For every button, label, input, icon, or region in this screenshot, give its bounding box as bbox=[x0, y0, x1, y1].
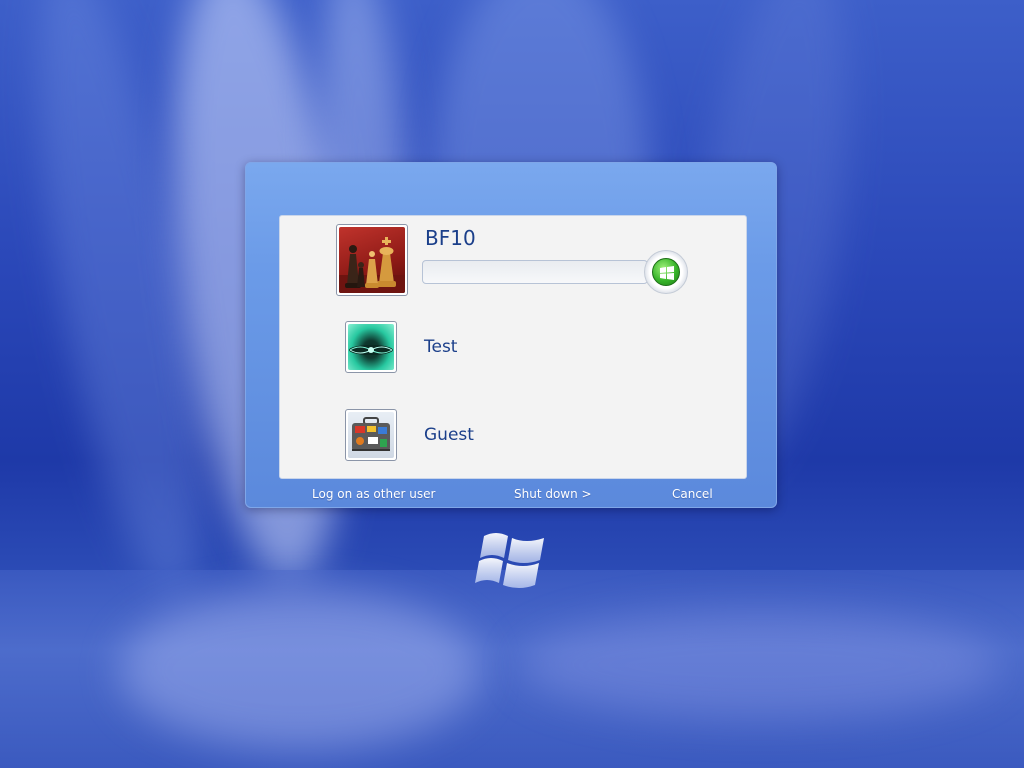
user-avatar-bf10[interactable] bbox=[336, 224, 408, 296]
background-floor bbox=[0, 570, 1024, 768]
dialog-links: Log on as other user Shut down > Cancel bbox=[246, 487, 778, 505]
user-tile-bf10[interactable]: BF10 bbox=[280, 216, 746, 306]
login-dialog: BF10 Test Guest Log on as other user Shu… bbox=[245, 162, 777, 508]
go-arrow-button[interactable] bbox=[652, 258, 680, 286]
password-field-container[interactable] bbox=[422, 260, 648, 284]
user-avatar-test[interactable] bbox=[345, 321, 397, 373]
chess-pieces-picture bbox=[339, 227, 405, 293]
suitcase-picture bbox=[348, 412, 394, 458]
go-button-ring bbox=[644, 250, 688, 294]
password-input[interactable] bbox=[423, 261, 647, 284]
user-avatar-guest[interactable] bbox=[345, 409, 397, 461]
user-name-test[interactable]: Test bbox=[424, 337, 457, 357]
cancel-link[interactable]: Cancel bbox=[672, 487, 713, 501]
windows-flag-icon bbox=[660, 266, 674, 280]
log-on-as-other-user-link[interactable]: Log on as other user bbox=[312, 487, 435, 501]
user-name-guest[interactable]: Guest bbox=[424, 425, 474, 445]
user-list-panel: BF10 Test Guest bbox=[279, 215, 747, 479]
shut-down-link[interactable]: Shut down > bbox=[514, 487, 592, 501]
teal-abstract-picture bbox=[348, 324, 394, 370]
login-screen-background: BF10 Test Guest Log on as other user Shu… bbox=[0, 0, 1024, 768]
windows-flag-logo bbox=[475, 533, 544, 588]
user-name-bf10[interactable]: BF10 bbox=[425, 226, 476, 250]
